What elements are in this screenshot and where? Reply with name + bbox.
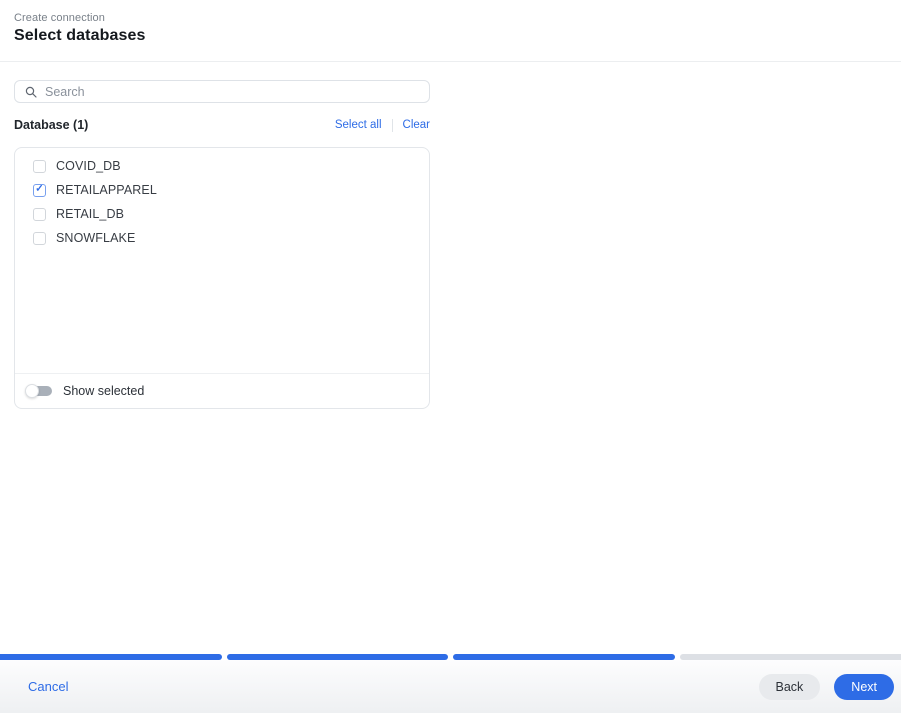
link-divider <box>391 118 393 132</box>
checkmark-icon: ✓ <box>35 183 44 195</box>
search-icon <box>25 86 37 98</box>
database-name: RETAILAPPAREL <box>56 183 157 197</box>
database-list-box: ✓ COVID_DB ✓ RETAILAPPAREL ✓ RETAIL_DB ✓… <box>14 147 430 409</box>
cancel-link[interactable]: Cancel <box>28 679 68 694</box>
toggle-thumb <box>25 384 39 398</box>
database-count-label: Database (1) <box>14 118 89 132</box>
database-checkbox[interactable]: ✓ <box>33 159 46 173</box>
clear-link[interactable]: Clear <box>403 119 430 131</box>
select-all-link[interactable]: Select all <box>335 119 382 131</box>
next-button[interactable]: Next <box>834 673 894 700</box>
breadcrumb: Create connection <box>14 12 105 24</box>
show-selected-toggle[interactable] <box>25 384 52 398</box>
database-row[interactable]: ✓ SNOWFLAKE <box>15 226 429 250</box>
database-row[interactable]: ✓ RETAILAPPAREL <box>15 178 429 202</box>
show-selected-label: Show selected <box>63 384 145 398</box>
show-selected-row: Show selected <box>15 373 429 408</box>
database-name: SNOWFLAKE <box>56 231 136 245</box>
wizard-footer: Cancel Back Next <box>0 660 901 713</box>
database-checkbox[interactable]: ✓ <box>33 183 46 197</box>
database-checkbox[interactable]: ✓ <box>33 231 46 245</box>
database-selection-panel: Database (1) Select all Clear ✓ COVID_DB… <box>14 80 430 409</box>
database-row[interactable]: ✓ COVID_DB <box>15 154 429 178</box>
database-name: COVID_DB <box>56 159 121 173</box>
page-header: Create connection Select databases <box>0 0 901 62</box>
database-row[interactable]: ✓ RETAIL_DB <box>15 202 429 226</box>
database-checkbox[interactable]: ✓ <box>33 207 46 221</box>
page-title: Select databases <box>14 27 146 44</box>
search-box[interactable] <box>14 80 430 103</box>
database-rows: ✓ COVID_DB ✓ RETAILAPPAREL ✓ RETAIL_DB ✓… <box>15 148 429 373</box>
database-name: RETAIL_DB <box>56 207 125 221</box>
search-input[interactable] <box>45 84 419 99</box>
database-list-header: Database (1) Select all Clear <box>14 118 430 132</box>
back-button[interactable]: Back <box>758 673 821 700</box>
